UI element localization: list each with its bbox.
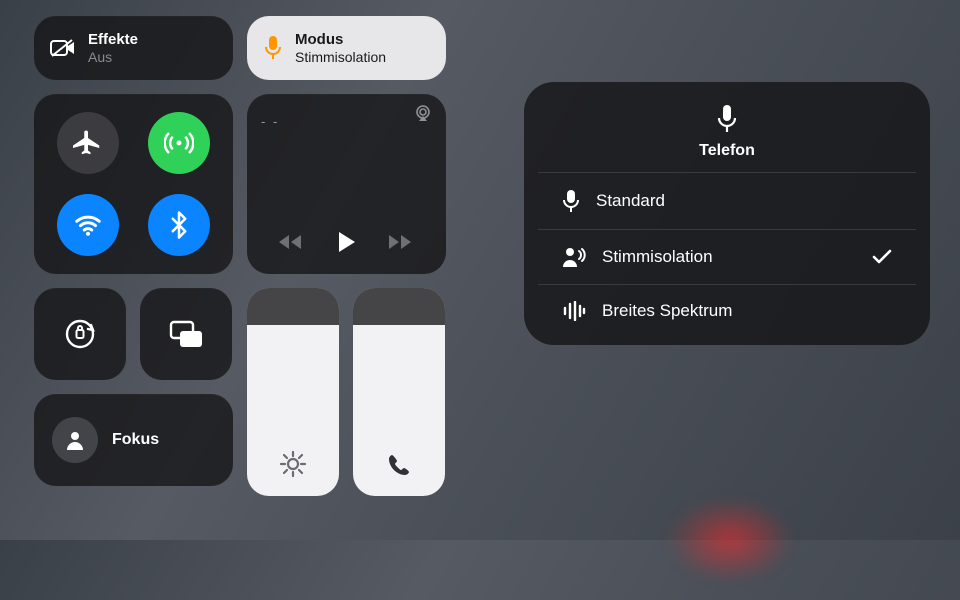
mode-status: Stimmisolation <box>295 49 386 66</box>
mic-option-standard[interactable]: Standard <box>538 172 916 229</box>
person-wave-icon <box>562 246 586 268</box>
brightness-icon <box>279 450 307 478</box>
bluetooth-toggle[interactable] <box>148 194 210 256</box>
mode-title: Modus <box>295 31 386 49</box>
control-center: Effekte Aus Modus Stimmisolation <box>34 16 446 496</box>
media-tile[interactable]: - - <box>247 94 446 274</box>
effects-title: Effekte <box>88 31 138 49</box>
effects-status: Aus <box>88 49 138 66</box>
microphone-icon <box>562 189 580 213</box>
accent-glow <box>640 480 820 600</box>
video-off-icon <box>50 38 76 58</box>
connectivity-group <box>34 94 233 274</box>
mic-option-wide-spectrum[interactable]: Breites Spektrum <box>538 284 916 337</box>
next-track-icon[interactable] <box>389 233 415 251</box>
volume-slider[interactable] <box>353 288 445 496</box>
mic-mode-tile[interactable]: Modus Stimmisolation <box>247 16 446 80</box>
option-label: Breites Spektrum <box>602 301 732 321</box>
cellular-toggle[interactable] <box>148 112 210 174</box>
screen-mirroring-tile[interactable] <box>140 288 232 380</box>
play-icon[interactable] <box>337 230 357 254</box>
person-icon <box>64 429 86 451</box>
microphone-icon <box>716 104 738 134</box>
media-title: - - <box>261 114 432 129</box>
phone-icon <box>386 452 412 478</box>
wifi-toggle[interactable] <box>57 194 119 256</box>
effects-tile[interactable]: Effekte Aus <box>34 16 233 80</box>
rotation-lock-tile[interactable] <box>34 288 126 380</box>
brightness-slider[interactable] <box>247 288 339 496</box>
option-label: Stimmisolation <box>602 247 713 267</box>
checkmark-icon <box>872 249 892 265</box>
option-label: Standard <box>596 191 665 211</box>
airplane-toggle[interactable] <box>57 112 119 174</box>
focus-label: Fokus <box>112 431 159 449</box>
focus-tile[interactable]: Fokus <box>34 394 233 486</box>
airplay-icon[interactable] <box>412 104 434 122</box>
mic-mode-panel: Telefon Standard Stimmisolation Breites … <box>524 82 930 345</box>
prev-track-icon[interactable] <box>279 233 305 251</box>
microphone-icon <box>263 35 283 61</box>
mic-option-voice-isolation[interactable]: Stimmisolation <box>538 229 916 284</box>
waveform-icon <box>562 301 586 321</box>
panel-title: Telefon <box>699 142 755 160</box>
